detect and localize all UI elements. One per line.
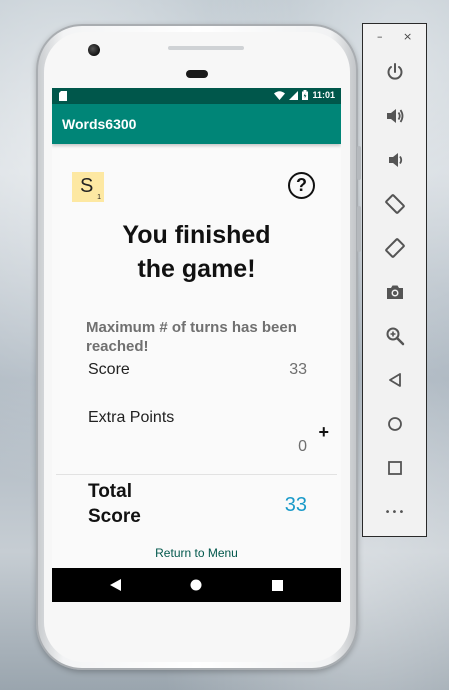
volume-up-icon: [387, 109, 404, 123]
status-icons: 11:01: [274, 90, 335, 100]
status-bar: 11:01: [52, 88, 341, 104]
total-label-line-1: Total: [88, 481, 132, 502]
power-button[interactable]: [379, 57, 411, 87]
wifi-icon: [274, 90, 286, 100]
device-screen: 11:01 Words6300 S 1 ? You finished the g…: [52, 88, 341, 602]
sd-card-icon: [59, 91, 67, 101]
zoom-button[interactable]: [379, 321, 411, 351]
power-key: [357, 206, 361, 252]
rotate-right-button[interactable]: [379, 233, 411, 263]
score-value: 33: [289, 361, 307, 378]
volume-down-button[interactable]: [379, 145, 411, 175]
minimize-button[interactable]: –: [377, 30, 383, 43]
return-to-menu-link[interactable]: Return to Menu: [52, 546, 341, 560]
tile-letter: S: [80, 175, 94, 197]
end-reason-text: Maximum # of turns has been reached!: [86, 319, 297, 355]
battery-icon: [302, 90, 309, 100]
nav-home-icon: [190, 579, 202, 591]
emulator-toolbar: – × •••: [362, 23, 427, 537]
rotate-left-button[interactable]: [379, 189, 411, 219]
total-label-line-2: Score: [88, 506, 141, 527]
screenshot-button[interactable]: [379, 277, 411, 307]
nav-overview-button[interactable]: [257, 568, 297, 602]
headline-line-1: You finished: [122, 221, 271, 249]
more-button[interactable]: •••: [379, 497, 411, 527]
overview-icon: [388, 461, 402, 475]
game-over-headline: You finished the game!: [52, 218, 341, 286]
help-button[interactable]: ?: [288, 172, 315, 199]
rotate-left-icon: [385, 194, 405, 214]
cell-signal-icon: [289, 90, 299, 100]
back-button[interactable]: [379, 365, 411, 395]
nav-back-icon: [109, 579, 121, 591]
earpiece: [186, 70, 208, 78]
front-camera: [88, 44, 100, 56]
top-speaker-grille: [168, 46, 244, 50]
zoom-icon: [386, 327, 405, 346]
more-icon: •••: [384, 506, 406, 518]
nav-overview-icon: [271, 579, 283, 591]
app-title: Words6300: [62, 116, 137, 132]
nav-home-button[interactable]: [176, 568, 216, 602]
volume-up-button[interactable]: [379, 101, 411, 131]
plus-sign: +: [318, 422, 329, 442]
extra-points-label: Extra Points: [88, 409, 175, 426]
camera-icon: [387, 285, 403, 299]
total-score-label: Total Score: [88, 479, 208, 529]
home-icon: [388, 417, 402, 431]
letter-tile-logo: S 1: [72, 172, 104, 202]
game-over-panel: S 1 ? You finished the game! Maximum # o…: [52, 144, 341, 568]
extra-points-value: 0: [298, 438, 307, 455]
volume-down-icon: [389, 153, 403, 167]
divider: [56, 474, 337, 475]
clock: 11:01: [312, 90, 335, 100]
volume-rocker: [357, 146, 361, 180]
rotate-right-icon: [385, 238, 405, 258]
score-label: Score: [88, 361, 130, 378]
home-button[interactable]: [379, 409, 411, 439]
overview-button[interactable]: [379, 453, 411, 483]
app-bar: Words6300: [52, 104, 341, 144]
nav-back-button[interactable]: [95, 568, 135, 602]
help-icon: ?: [296, 175, 307, 195]
power-icon: [387, 63, 403, 80]
headline-line-2: the game!: [137, 255, 256, 283]
tile-points: 1: [97, 194, 101, 201]
navigation-bar: [52, 568, 341, 602]
total-score-value: 33: [284, 494, 307, 516]
close-button[interactable]: ×: [403, 30, 412, 43]
back-icon: [389, 373, 401, 387]
